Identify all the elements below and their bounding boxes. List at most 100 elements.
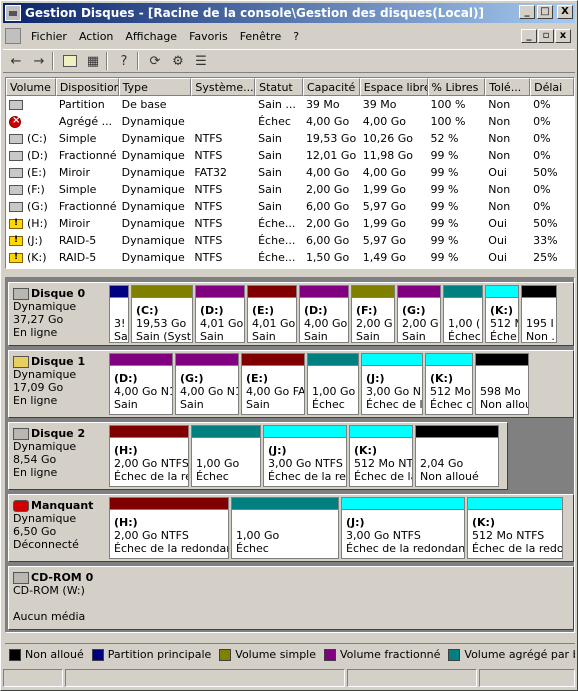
column-header[interactable]: Disposition [55,78,119,96]
cdrom-row[interactable]: CD-ROM 0 CD-ROM (W:) Aucun média [8,566,574,630]
disk-label[interactable]: Disque 1 Dynamique 17,09 Go En ligne [9,351,107,417]
partition-block[interactable]: (D:)4,01 Go NSain [195,285,245,343]
column-header[interactable]: Système... [191,78,256,96]
disk-row[interactable]: Disque 1 Dynamique 17,09 Go En ligne (D:) 4,0… [8,350,574,418]
partition-block[interactable]: (K:) 512 Mo NTFS Échec de la redon [467,497,563,559]
partition-drive [448,304,478,317]
legend: Non alloué Partition principale Volume sim… [5,643,575,665]
partition-block[interactable]: 1,00 Go Échec [231,497,339,559]
volume-row[interactable]: (E:) Miroir Dynamique FAT32 Sain 4,00 Go 4,00 … [6,164,574,181]
disk-label[interactable]: Manquant Dynamique 6,50 Go Déconnecté [9,495,107,561]
partition-status: Sain [114,398,138,411]
volume-row[interactable]: (J:)RAID-5 Dynamique NTFS Éche... 6,00 Go 5,9… [6,232,574,249]
cell-vol: (K:) [6,251,56,264]
volume-row[interactable]: (G:) Fractionné Dynamique NTFS Sain 6,00 Go 5,… [6,198,574,215]
partition-block[interactable]: (G:) 4,00 Go N1 Sain [175,353,239,415]
disk-row[interactable]: Disque 2 Dynamique 8,54 Go En ligne (H:) 2,00… [8,422,508,490]
cell-pct: 99 % [430,183,459,196]
disk-label[interactable]: Disque 0 Dynamique 37,27 Go En ligne [9,283,107,345]
disk-name: Manquant [31,499,94,512]
status-pane-1 [3,669,63,687]
cell-status: Sain ... [258,98,296,111]
volume-row[interactable]: (D:) Fractionné Dynamique NTFS Sain 12,01 Go 1… [6,147,574,164]
partition-block[interactable]: (J:) 3,00 Go NTFS Échec de la rec [263,425,347,487]
partition-block[interactable]: 1,00 Go Échec [307,353,359,415]
cell-status: Éche... [258,251,296,264]
partition-block[interactable]: (H:) 2,00 Go NTFS Échec de la redondanc [109,497,229,559]
title-bar[interactable]: Gestion Disques - [Racine de la console\… [3,3,575,23]
back-icon[interactable]: ← [6,51,26,71]
properties-icon[interactable]: ▦ [83,51,103,71]
column-header[interactable]: Délai [530,78,574,96]
refresh-icon[interactable]: ⟳ [145,51,165,71]
partition-block[interactable]: 195 I Non . [521,285,557,343]
partition-block[interactable]: (K:) 512 Mo NTI Échec de la [349,425,413,487]
partition-block[interactable]: 2,04 Go Non alloué [415,425,499,487]
menu-help[interactable]: ? [287,30,305,43]
help-icon[interactable]: ? [114,51,134,71]
volume-row[interactable]: Partition De base Sain ... 39 Mo 39 Mo 100 % N… [6,96,574,113]
menu-favoris[interactable]: Favoris [183,30,234,43]
partition-block[interactable]: (F:) 2,00 G Sain [351,285,395,343]
column-header[interactable]: Volume [6,78,56,96]
volume-row[interactable]: Agrégé ... Dynamique Échec 4,00 Go 4,00 Go 10… [6,113,574,130]
minimize-button[interactable]: _ [519,5,535,19]
partition-block[interactable]: (H:) 2,00 Go NTFS Échec de la re [109,425,189,487]
up-folder-icon[interactable] [60,51,80,71]
cell-free: 1,99 Go [362,217,406,230]
partition-block[interactable]: (G:) 2,00 G Sain [397,285,441,343]
menu-fenetre[interactable]: Fenêtre [234,30,288,43]
menu-affichage[interactable]: Affichage [119,30,183,43]
volume-row[interactable]: (C:) Simple Dynamique NTFS Sain 19,53 Go 10,26… [6,130,574,147]
settings-icon[interactable]: ⚙ [168,51,188,71]
close-button[interactable]: X [557,5,573,19]
column-header[interactable]: Espace libre [359,78,428,96]
column-header[interactable]: Type [118,78,192,96]
list-view-icon[interactable]: ☰ [191,51,211,71]
partition-block[interactable]: 3! Sa [109,285,129,343]
cell-tol: Non [488,115,511,128]
partition-block[interactable]: (J:)3,00 Go NTFSÉchec de la redondance [341,497,465,559]
partition-block[interactable]: (D:) 4,00 Go N1 Sain [109,353,173,415]
mdi-minimize-button[interactable]: _ [521,29,537,43]
maximize-button[interactable]: □ [537,5,553,19]
pane-splitter[interactable] [5,271,575,275]
menu-action[interactable]: Action [73,30,119,43]
disk-row[interactable]: Manquant Dynamique 6,50 Go Déconnecté (H:) 2,… [8,494,574,562]
partition-block[interactable]: (K:) 512 Mo Échec c [425,353,473,415]
partition-drive: (H:) [114,516,138,529]
partition-block[interactable]: (C:) 19,53 Go Sain (Syst [131,285,193,343]
volume-row[interactable]: (H:)Miroir Dynamique NTFS Éche... 2,00 Go 1,9… [6,215,574,232]
forward-icon[interactable]: → [29,51,49,71]
partition-block[interactable]: (K:)512 MÉche [485,285,519,343]
disk-row[interactable]: Disque 0 Dynamique 37,27 Go En ligne 3! Sa (C… [8,282,574,346]
cdrom-label[interactable]: CD-ROM 0 CD-ROM (W:) Aucun média [9,567,107,629]
disk-label[interactable]: Disque 2 Dynamique 8,54 Go En ligne [9,423,107,489]
partition-block[interactable]: (E:) 4,00 Go FA Sain [241,353,305,415]
cell-tol: Non [488,149,511,162]
partition-status: Échec c [430,398,472,411]
partition-block[interactable]: 1,00 Go Échec [191,425,261,487]
menu-fichier[interactable]: Fichier [25,30,73,43]
partition-size: 2,00 G [402,317,439,330]
partition-color-band [264,426,346,438]
partition-block[interactable]: 1,00 (Échec [443,285,483,343]
console-icon[interactable] [5,28,21,44]
partition-color-band [308,354,358,366]
column-header[interactable]: Tolé... [485,78,531,96]
cell-tol: Non [488,98,511,111]
column-header[interactable]: Statut [255,78,303,96]
mdi-restore-button[interactable]: ▫ [538,29,554,43]
cell-fs: NTFS [194,234,223,247]
partition-block[interactable]: (J:) 3,00 Go N1 Échec de l. [361,353,423,415]
volume-icon [9,99,23,110]
partition-block[interactable]: (D:) 4,00 Go Sain [299,285,349,343]
partition-block[interactable]: (E:) 4,01 Go Sain [247,285,297,343]
volume-row[interactable]: (K:)RAID-5 Dynamique NTFS Éche... 1,50 Go 1,4… [6,249,574,266]
partition-block[interactable]: 598 Mo Non allou [475,353,529,415]
mdi-close-button[interactable]: x [555,29,571,43]
partition-color-band [110,286,128,298]
volume-row[interactable]: (F:) Simple Dynamique NTFS Sain 2,00 Go 1,99 G… [6,181,574,198]
column-header[interactable]: Capacité [302,78,360,96]
column-header[interactable]: % Libres [427,78,486,96]
